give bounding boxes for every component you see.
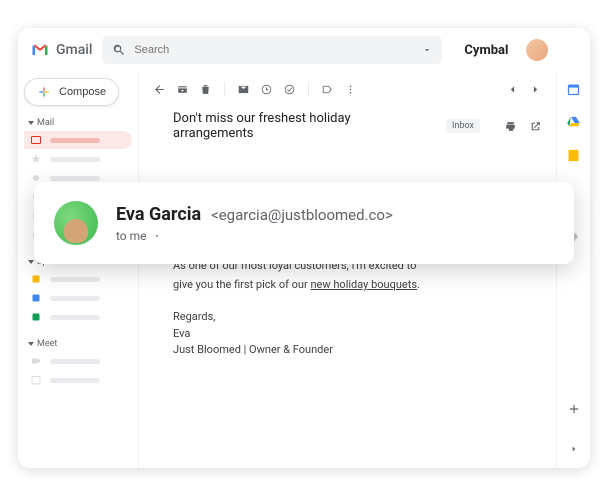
keep-icon[interactable] (566, 148, 581, 163)
search-input[interactable] (134, 44, 414, 56)
search-box[interactable] (102, 36, 442, 64)
inbox-chip[interactable]: Inbox (446, 119, 480, 133)
space-icon (30, 273, 42, 285)
sidebar: Compose Mail (18, 72, 138, 468)
task-icon[interactable] (283, 83, 296, 96)
prev-icon[interactable] (506, 83, 519, 96)
archive-icon[interactable] (176, 83, 189, 96)
label-icon[interactable] (321, 83, 334, 96)
delete-icon[interactable] (199, 83, 212, 96)
email-toolbar (139, 72, 556, 106)
chevron-down-icon (153, 232, 161, 240)
right-rail (556, 72, 590, 468)
sidebar-item-starred[interactable] (24, 150, 132, 168)
caret-down-icon (28, 260, 34, 264)
gmail-logo-icon (30, 40, 50, 60)
space-icon (30, 292, 42, 304)
open-new-icon[interactable] (529, 120, 542, 133)
print-icon[interactable] (504, 120, 517, 133)
sender-card: Eva Garcia <egarcia@justbloomed.co> to m… (34, 182, 574, 264)
section-mail[interactable]: Mail (24, 116, 132, 130)
caret-down-icon (28, 121, 34, 125)
sender-info: Eva Garcia <egarcia@justbloomed.co> to m… (116, 204, 393, 243)
plus-icon[interactable] (567, 402, 581, 416)
sender-avatar[interactable] (54, 201, 98, 245)
search-icon (112, 43, 126, 57)
body-link[interactable]: new holiday bouquets (310, 278, 417, 291)
back-icon[interactable] (153, 83, 166, 96)
email-subject: Don't miss our freshest holiday arrangem… (173, 111, 434, 141)
more-icon[interactable] (344, 83, 357, 96)
compose-label: Compose (59, 86, 106, 98)
plus-icon (37, 85, 51, 99)
inbox-icon (30, 134, 42, 146)
brand-label: Cymbal (464, 43, 508, 58)
sidebar-meet-item[interactable] (24, 352, 132, 370)
user-avatar[interactable] (526, 39, 548, 61)
gmail-logo[interactable]: Gmail (30, 40, 92, 60)
app-header: Gmail Cymbal (18, 28, 590, 72)
calendar-icon[interactable] (566, 82, 581, 97)
video-icon (30, 355, 42, 367)
caret-down-icon (28, 342, 34, 346)
sidebar-item-inbox[interactable] (24, 131, 132, 149)
sender-email: <egarcia@justbloomed.co> (211, 206, 393, 224)
chevron-down-icon[interactable] (422, 45, 432, 55)
section-meet[interactable]: Meet (24, 337, 132, 351)
mail-icon[interactable] (237, 83, 250, 96)
content-pane: Don't miss our freshest holiday arrangem… (138, 72, 556, 468)
subject-row: Don't miss our freshest holiday arrangem… (139, 106, 556, 146)
chevron-right-icon[interactable] (569, 444, 579, 454)
drive-icon[interactable] (566, 115, 581, 130)
sender-name: Eva Garcia (116, 204, 201, 225)
signature: Regards, Eva Just Bloomed | Owner & Foun… (173, 309, 542, 359)
space-icon (30, 311, 42, 323)
star-icon (30, 153, 42, 165)
sidebar-space-item[interactable] (24, 270, 132, 288)
compose-button[interactable]: Compose (24, 78, 119, 106)
calendar-icon (30, 374, 42, 386)
sidebar-space-item[interactable] (24, 289, 132, 307)
next-icon[interactable] (529, 83, 542, 96)
snooze-icon[interactable] (260, 83, 273, 96)
sidebar-space-item[interactable] (24, 308, 132, 326)
gmail-text: Gmail (56, 42, 92, 58)
main-area: Compose Mail (18, 72, 590, 468)
recipient-row[interactable]: to me (116, 229, 393, 243)
sidebar-meet-item[interactable] (24, 371, 132, 389)
